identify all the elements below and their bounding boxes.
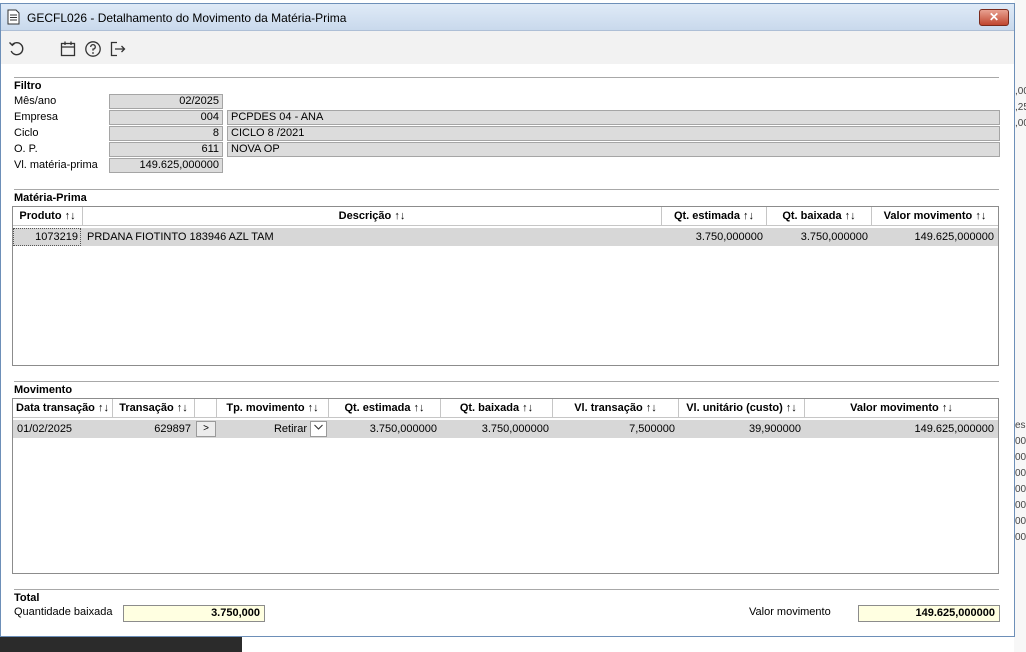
background-text: ,00 [1015,118,1026,129]
section-divider [14,189,999,190]
vl-materia-prima-label: Vl. matéria-prima [14,159,98,171]
document-icon [7,9,20,25]
empresa-desc-field[interactable]: PCPDES 04 - ANA [227,110,1000,125]
background-taskbar [0,636,242,652]
detail-arrow-button[interactable]: > [196,421,216,437]
column-header-action [195,399,217,418]
tp-movimento-dropdown[interactable] [310,421,327,437]
materia-prima-grid: Produto ↑↓ Descrição ↑↓ Qt. estimada ↑↓ … [12,206,999,366]
column-header-descricao[interactable]: Descrição ↑↓ [83,207,662,226]
refresh-icon[interactable] [8,40,26,58]
column-header-qt-estimada[interactable]: Qt. estimada ↑↓ [662,207,767,226]
section-title-total: Total [14,592,40,604]
op-desc-field[interactable]: NOVA OP [227,142,1000,157]
cell-qt-estimada: 3.750,000000 [369,423,437,435]
chevron-down-icon [314,424,323,430]
background-text: 000 [1015,436,1026,447]
section-title-movimento: Movimento [14,384,73,396]
cell-valor-movimento: 149.625,000000 [914,231,994,243]
quantidade-baixada-label: Quantidade baixada [14,606,113,618]
section-divider [14,381,999,382]
background-text: 000 [1015,468,1026,479]
table-row[interactable]: 1073219 PRDANA FIOTINTO 183946 AZL TAM 3… [13,228,998,246]
section-divider [14,77,999,78]
column-header-qt-baixada[interactable]: Qt. baixada ↑↓ [767,207,872,226]
background-text: ,25 [1015,102,1026,113]
column-header-produto[interactable]: Produto ↑↓ [13,207,83,226]
title-bar: GECFL026 - Detalhamento do Movimento da … [1,4,1014,31]
column-header-transacao[interactable]: Transação ↑↓ [113,399,195,418]
background-text: 000 [1015,532,1026,543]
ciclo-code-field[interactable]: 8 [109,126,223,141]
column-header-valor-movimento[interactable]: Valor movimento ↑↓ [805,399,998,418]
ciclo-label: Ciclo [14,127,39,139]
vl-materia-prima-field[interactable]: 149.625,000000 [109,158,223,173]
cell-vl-transacao: 7,500000 [629,423,675,435]
table-row[interactable]: 01/02/2025 629897 > Retirar 3.750,000000… [13,420,998,438]
section-divider [14,589,999,590]
section-title-filtro: Filtro [14,80,42,92]
empresa-label: Empresa [14,111,59,123]
exit-icon[interactable] [109,40,127,58]
grid-header: Data transação ↑↓ Transação ↑↓ Tp. movim… [13,399,998,418]
mes-ano-field[interactable]: 02/2025 [109,94,223,109]
close-button[interactable]: ✕ [979,9,1009,26]
cell-tp-movimento[interactable]: Retirar [217,420,307,438]
column-header-qt-estimada[interactable]: Qt. estimada ↑↓ [329,399,441,418]
background-text: 000 [1015,484,1026,495]
cell-qt-baixada: 3.750,000000 [800,231,868,243]
background-text: 000 [1015,500,1026,511]
empresa-code-field[interactable]: 004 [109,110,223,125]
help-icon[interactable] [84,40,102,58]
valor-movimento-label: Valor movimento [749,606,831,618]
cell-qt-baixada: 3.750,000000 [481,423,549,435]
column-header-qt-baixada[interactable]: Qt. baixada ↑↓ [441,399,553,418]
window-title: GECFL026 - Detalhamento do Movimento da … [27,11,347,25]
background-text: ,00 [1015,86,1026,97]
column-header-data-transacao[interactable]: Data transação ↑↓ [13,399,113,418]
op-code-field[interactable]: 611 [109,142,223,157]
column-header-tp-movimento[interactable]: Tp. movimento ↑↓ [217,399,329,418]
cell-qt-estimada: 3.750,000000 [695,231,763,243]
quantidade-baixada-field[interactable]: 3.750,000 [123,605,265,622]
background-text: es [1015,420,1026,431]
background-text: 000 [1015,452,1026,463]
cell-valor-movimento: 149.625,000000 [914,423,994,435]
background-text: 000 [1015,516,1026,527]
cell-transacao: 629897 [154,423,191,435]
background-window-edge: ,00 ,25 ,00 es 000 000 000 000 000 000 0… [1014,0,1026,652]
ciclo-desc-field[interactable]: CICLO 8 /2021 [227,126,1000,141]
cell-data-transacao: 01/02/2025 [17,423,73,435]
grid-header: Produto ↑↓ Descrição ↑↓ Qt. estimada ↑↓ … [13,207,998,226]
op-label: O. P. [14,143,38,155]
column-header-vl-transacao[interactable]: Vl. transação ↑↓ [553,399,679,418]
toolbar [1,31,1014,64]
calendar-icon[interactable] [59,40,77,58]
cell-vl-unitario: 39,900000 [749,423,801,435]
cell-descricao: PRDANA FIOTINTO 183946 AZL TAM [87,231,274,243]
cell-produto: 1073219 [13,228,81,246]
column-header-valor-movimento[interactable]: Valor movimento ↑↓ [872,207,998,226]
section-title-materia-prima: Matéria-Prima [14,192,87,204]
column-header-vl-unitario[interactable]: Vl. unitário (custo) ↑↓ [679,399,805,418]
valor-movimento-total-field[interactable]: 149.625,000000 [858,605,1000,622]
movimento-grid: Data transação ↑↓ Transação ↑↓ Tp. movim… [12,398,999,574]
dialog-window: GECFL026 - Detalhamento do Movimento da … [0,3,1015,637]
mes-ano-label: Mês/ano [14,95,57,107]
